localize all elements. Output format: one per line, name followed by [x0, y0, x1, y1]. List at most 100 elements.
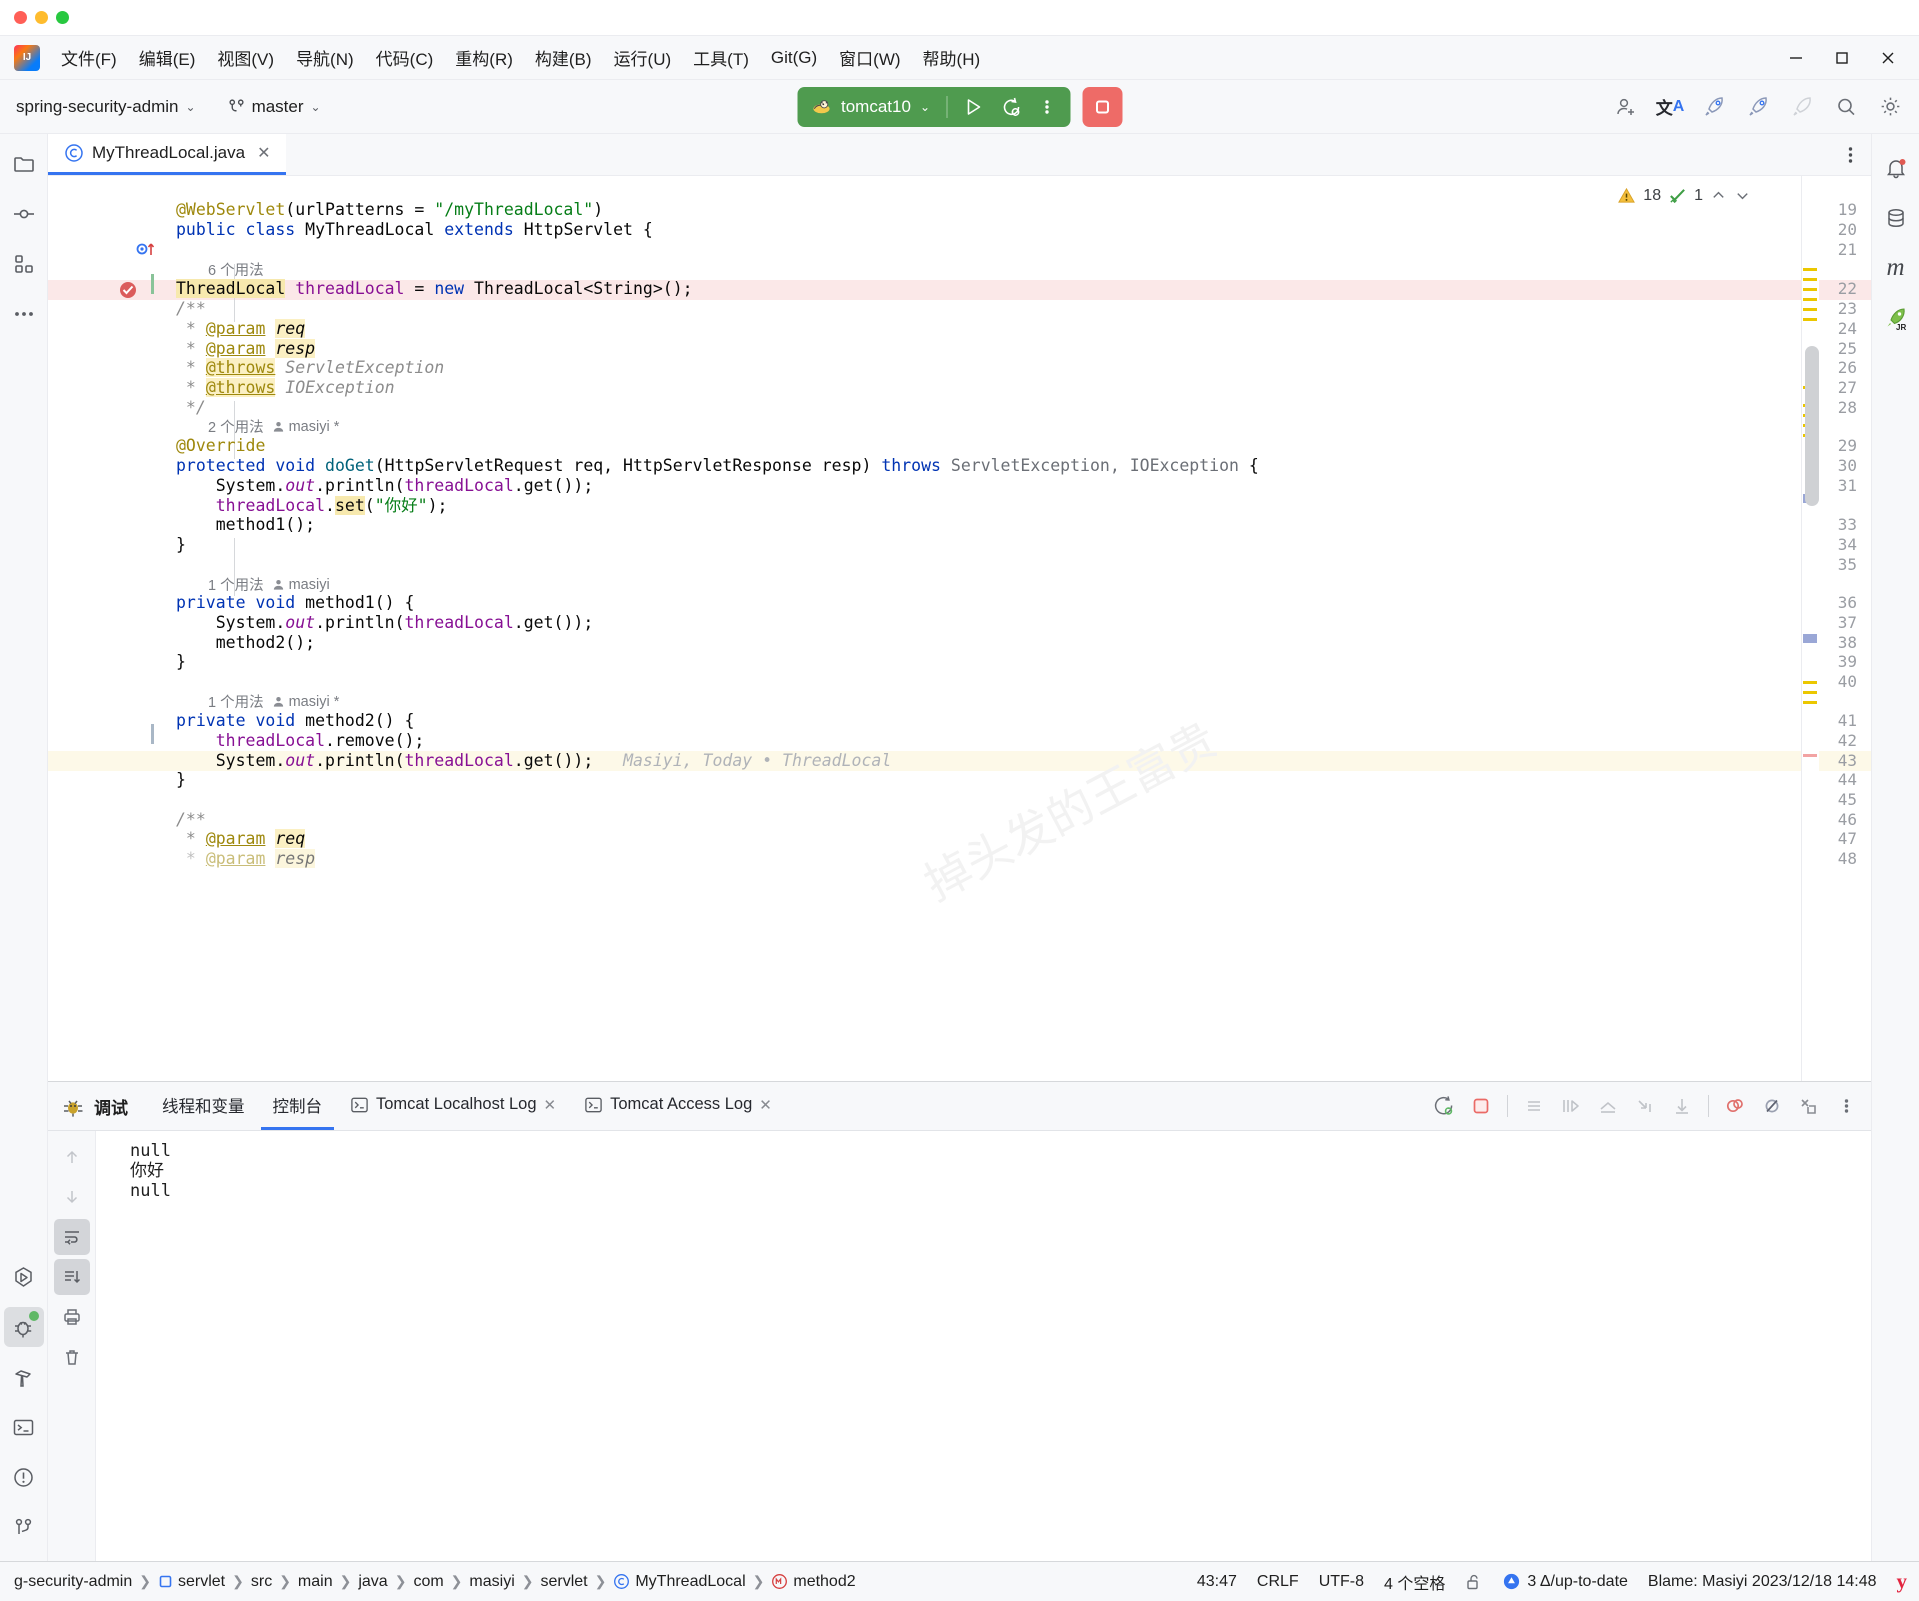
translate-icon[interactable]: 文A	[1651, 88, 1689, 126]
error-stripe[interactable]	[1801, 176, 1819, 1081]
code-with-me-icon[interactable]	[1607, 88, 1645, 126]
debug-button[interactable]	[993, 90, 1027, 124]
minimize-button[interactable]	[1773, 36, 1819, 80]
breadcrumb-item-java[interactable]: java	[358, 1573, 387, 1591]
maximize-button[interactable]	[1819, 36, 1865, 80]
menu-run[interactable]: 运行(U)	[603, 40, 683, 75]
breakpoint-icon[interactable]	[118, 280, 138, 300]
vcs-change-marker[interactable]	[151, 724, 154, 744]
menu-edit[interactable]: 编辑(E)	[128, 40, 207, 75]
stop-debug-button[interactable]	[1464, 1089, 1498, 1123]
breadcrumb-item-class[interactable]: MyThreadLocal	[613, 1573, 746, 1591]
force-step-button[interactable]	[1665, 1089, 1699, 1123]
more-tool-windows-button[interactable]	[4, 294, 44, 334]
scroll-down-button[interactable]	[54, 1179, 90, 1215]
scroll-to-end-button[interactable]	[53, 1259, 90, 1295]
maximize-window-dot[interactable]	[56, 11, 69, 24]
breadcrumb-item-com[interactable]: com	[413, 1573, 443, 1591]
tab-tomcat-localhost-log[interactable]: Tomcat Localhost Log ✕	[338, 1085, 568, 1127]
breadcrumb-item-project[interactable]: g-security-admin	[14, 1573, 132, 1591]
soft-wrap-button[interactable]	[53, 1219, 90, 1255]
more-debug-options-button[interactable]	[1829, 1089, 1863, 1123]
search-icon[interactable]	[1827, 88, 1865, 126]
vcs-status[interactable]: 3 Δ/up-to-date	[1502, 1572, 1628, 1591]
run-configuration-selector[interactable]: tomcat10 ⌄	[797, 86, 944, 127]
file-encoding[interactable]: UTF-8	[1319, 1573, 1364, 1591]
breadcrumb-item-method[interactable]: method2	[771, 1573, 856, 1591]
print-button[interactable]	[54, 1299, 90, 1335]
console-output[interactable]: null 你好 null	[96, 1131, 1871, 1561]
usage-hint[interactable]: 1 个用法	[208, 691, 264, 712]
minimize-window-dot[interactable]	[35, 11, 48, 24]
override-method-gutter-icon[interactable]	[136, 239, 158, 259]
usage-hint[interactable]: 1 个用法	[208, 574, 264, 595]
code-editor[interactable]: 掉头发的王富贵 18 1 19 20 21 22 23 24 25 26 27 …	[48, 176, 1871, 1081]
close-button[interactable]	[1865, 36, 1911, 80]
terminal-tool-button[interactable]	[4, 1407, 44, 1447]
show-execution-point-button[interactable]	[1517, 1089, 1551, 1123]
close-icon[interactable]: ✕	[544, 1096, 557, 1114]
project-tool-button[interactable]	[4, 144, 44, 184]
inline-blame[interactable]: Masiyi, Today • ThreadLocal	[623, 751, 891, 770]
mute-breakpoints-button[interactable]	[1718, 1089, 1752, 1123]
run-button[interactable]	[956, 90, 990, 124]
menu-refactor[interactable]: 重构(R)	[444, 40, 524, 75]
editor-scrollbar-thumb[interactable]	[1805, 346, 1819, 506]
usage-hint[interactable]: 6 个用法	[208, 259, 264, 280]
debug-tool-button[interactable]	[3, 1307, 44, 1347]
breadcrumb-item-masiyi[interactable]: masiyi	[469, 1573, 514, 1591]
problems-tool-button[interactable]	[4, 1457, 44, 1497]
usage-author[interactable]: masiyi *	[289, 694, 340, 710]
tab-console[interactable]: 控制台	[260, 1083, 334, 1130]
evaluate-expression-button[interactable]	[1792, 1089, 1826, 1123]
close-icon[interactable]: ✕	[253, 143, 274, 163]
rerun-debug-button[interactable]	[1427, 1089, 1461, 1123]
commit-tool-button[interactable]	[4, 194, 44, 234]
menu-build[interactable]: 构建(B)	[524, 40, 603, 75]
jrebel-debug-icon[interactable]	[1739, 88, 1777, 126]
stop-button[interactable]	[1082, 86, 1122, 127]
gear-icon[interactable]	[1871, 88, 1909, 126]
menu-window[interactable]: 窗口(W)	[828, 40, 911, 75]
step-into-button[interactable]	[1591, 1089, 1625, 1123]
menu-view[interactable]: 视图(V)	[206, 40, 285, 75]
usage-hint[interactable]: 2 个用法	[208, 416, 264, 437]
menu-navigate[interactable]: 导航(N)	[285, 40, 365, 75]
menu-tools[interactable]: 工具(T)	[682, 40, 760, 75]
menu-file[interactable]: 文件(F)	[50, 40, 128, 75]
breadcrumb-item-main[interactable]: main	[298, 1573, 333, 1591]
menu-git[interactable]: Git(G)	[760, 43, 828, 73]
jrebel-settings-icon[interactable]	[1783, 88, 1821, 126]
indent-setting[interactable]: 4 个空格	[1384, 1570, 1445, 1594]
scroll-up-button[interactable]	[54, 1139, 90, 1175]
breadcrumb-item-module[interactable]: servlet	[158, 1573, 225, 1591]
clear-console-button[interactable]	[54, 1339, 90, 1375]
close-window-dot[interactable]	[14, 11, 27, 24]
blame-status[interactable]: Blame: Masiyi 2023/12/18 14:48	[1648, 1573, 1877, 1591]
database-tool-button[interactable]	[1876, 198, 1916, 238]
unlocked-icon[interactable]	[1465, 1573, 1482, 1591]
menu-code[interactable]: 代码(C)	[365, 40, 445, 75]
notifications-tool-button[interactable]	[1876, 148, 1916, 188]
usage-author[interactable]: masiyi	[289, 577, 330, 593]
youtrack-icon[interactable]: y	[1897, 1569, 1908, 1594]
view-breakpoints-button[interactable]	[1755, 1089, 1789, 1123]
step-out-button[interactable]	[1628, 1089, 1662, 1123]
git-tool-button[interactable]	[4, 1507, 44, 1547]
jrebel-run-icon[interactable]	[1695, 88, 1733, 126]
jrebel-tool-button[interactable]: JR	[1876, 298, 1916, 338]
vcs-change-marker[interactable]	[151, 274, 154, 294]
editor-tabs-more-icon[interactable]	[1840, 134, 1861, 176]
editor-tab-mythreadlocal[interactable]: MyThreadLocal.java ✕	[48, 134, 287, 175]
branch-selector[interactable]: master ⌄	[222, 93, 327, 121]
code-surface[interactable]: 19 20 21 22 23 24 25 26 27 28 29 30 31 3…	[48, 176, 1871, 1081]
tab-tomcat-access-log[interactable]: Tomcat Access Log ✕	[572, 1085, 784, 1127]
menu-help[interactable]: 帮助(H)	[912, 40, 992, 75]
maven-tool-button[interactable]: m	[1876, 248, 1916, 288]
inspection-widget[interactable]: 18 1	[1617, 186, 1751, 205]
line-separator[interactable]: CRLF	[1257, 1573, 1299, 1591]
build-tool-button[interactable]	[4, 1357, 44, 1397]
tab-threads-variables[interactable]: 线程和变量	[150, 1083, 257, 1130]
step-over-button[interactable]	[1554, 1089, 1588, 1123]
usage-author[interactable]: masiyi *	[289, 419, 340, 435]
